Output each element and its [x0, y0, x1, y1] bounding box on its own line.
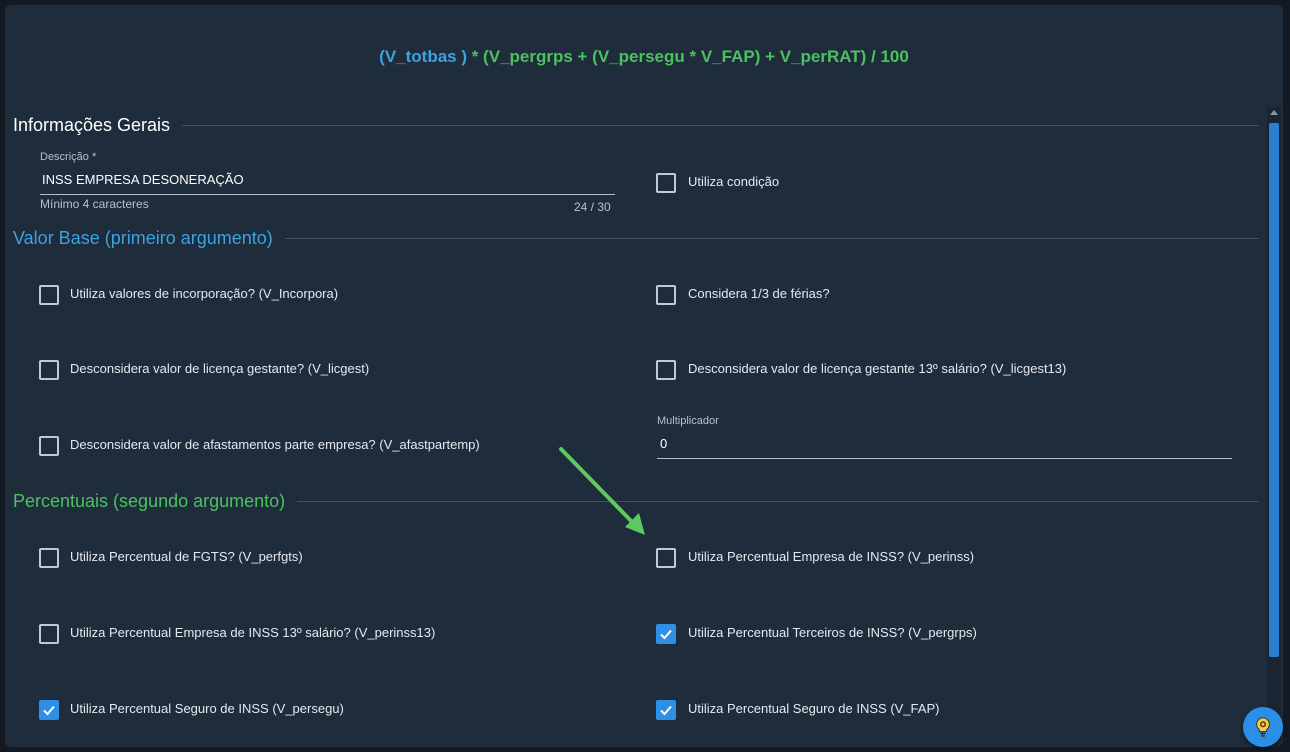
- afastpartemp-checkbox[interactable]: [39, 436, 59, 456]
- description-underline: [40, 194, 615, 195]
- formula-percent-part: * (V_pergrps + (V_persegu * V_FAP) + V_p…: [467, 47, 909, 66]
- fap-label: Utiliza Percentual Seguro de INSS (V_FAP…: [688, 701, 940, 716]
- lightbulb-gear-icon: [1256, 717, 1270, 737]
- checkmark-icon: [660, 629, 672, 640]
- incorpora-checkbox[interactable]: [39, 285, 59, 305]
- formula-editor-card: (V_totbas ) * (V_pergrps + (V_persegu * …: [5, 5, 1283, 747]
- pergrps-checkbox[interactable]: [656, 624, 676, 644]
- section-divider: [297, 501, 1259, 502]
- multiplicador-input[interactable]: 0: [660, 436, 667, 451]
- description-label: Descrição *: [40, 151, 97, 163]
- persegu-label: Utiliza Percentual Seguro de INSS (V_per…: [70, 701, 344, 716]
- perinss-label: Utiliza Percentual Empresa de INSS? (V_p…: [688, 549, 975, 564]
- scrollbar-thumb[interactable]: [1269, 123, 1279, 657]
- section-base-title: Valor Base (primeiro argumento): [13, 228, 273, 248]
- formula-expression: (V_totbas ) * (V_pergrps + (V_persegu * …: [5, 47, 1283, 67]
- help-fab-button[interactable]: [1243, 707, 1283, 747]
- utiliza-condicao-label: Utiliza condição: [688, 174, 780, 189]
- licgest-checkbox[interactable]: [39, 360, 59, 380]
- utiliza-condicao-checkbox[interactable]: [656, 173, 676, 193]
- afastpartemp-label: Desconsidera valor de afastamentos parte…: [70, 437, 480, 452]
- section-general-title: Informações Gerais: [13, 115, 171, 135]
- section-base: Valor Base (primeiro argumento): [13, 228, 1259, 249]
- ferias-checkbox[interactable]: [656, 285, 676, 305]
- annotation-arrow-icon: [559, 447, 645, 535]
- perinss13-checkbox[interactable]: [39, 624, 59, 644]
- pergrps-label: Utiliza Percentual Terceiros de INSS? (V…: [688, 625, 977, 640]
- section-divider: [284, 238, 1259, 239]
- multiplicador-underline: [657, 458, 1232, 459]
- description-counter: 24 / 30: [574, 200, 611, 214]
- formula-base-part: (V_totbas ): [379, 47, 467, 66]
- licgest13-label: Desconsidera valor de licença gestante 1…: [688, 361, 1067, 376]
- scroll-up-icon[interactable]: [1270, 110, 1278, 115]
- checkmark-icon: [43, 705, 55, 716]
- licgest-label: Desconsidera valor de licença gestante? …: [70, 361, 370, 376]
- section-percent-title: Percentuais (segundo argumento): [13, 491, 286, 511]
- perinss13-label: Utiliza Percentual Empresa de INSS 13º s…: [70, 625, 436, 640]
- multiplicador-label: Multiplicador: [657, 415, 719, 427]
- incorpora-label: Utiliza valores de incorporação? (V_Inco…: [70, 286, 339, 301]
- perinss-checkbox[interactable]: [656, 548, 676, 568]
- perfgts-label: Utiliza Percentual de FGTS? (V_perfgts): [70, 549, 303, 564]
- description-input[interactable]: INSS EMPRESA DESONERAÇÃO: [42, 172, 244, 187]
- perfgts-checkbox[interactable]: [39, 548, 59, 568]
- persegu-checkbox[interactable]: [39, 700, 59, 720]
- licgest13-checkbox[interactable]: [656, 360, 676, 380]
- description-hint: Mínimo 4 caracteres: [40, 197, 149, 211]
- checkmark-icon: [660, 705, 672, 716]
- section-divider: [182, 125, 1259, 126]
- section-general: Informações Gerais: [13, 115, 1259, 136]
- fap-checkbox[interactable]: [656, 700, 676, 720]
- ferias-label: Considera 1/3 de férias?: [688, 286, 830, 301]
